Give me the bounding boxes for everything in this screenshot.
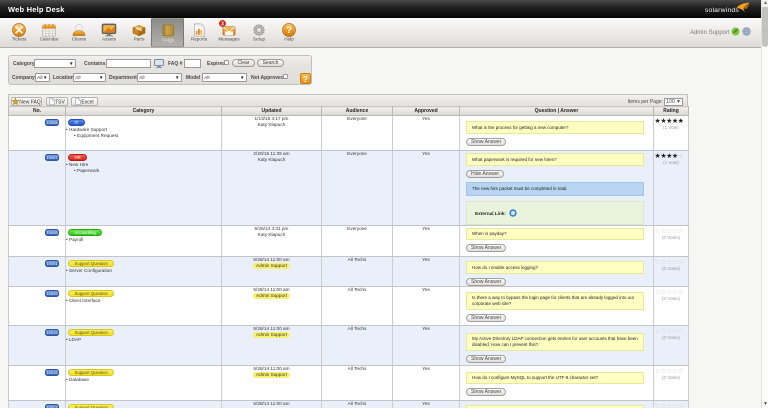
svg-text:?: ? bbox=[286, 25, 292, 35]
svg-text:3: 3 bbox=[221, 21, 224, 27]
